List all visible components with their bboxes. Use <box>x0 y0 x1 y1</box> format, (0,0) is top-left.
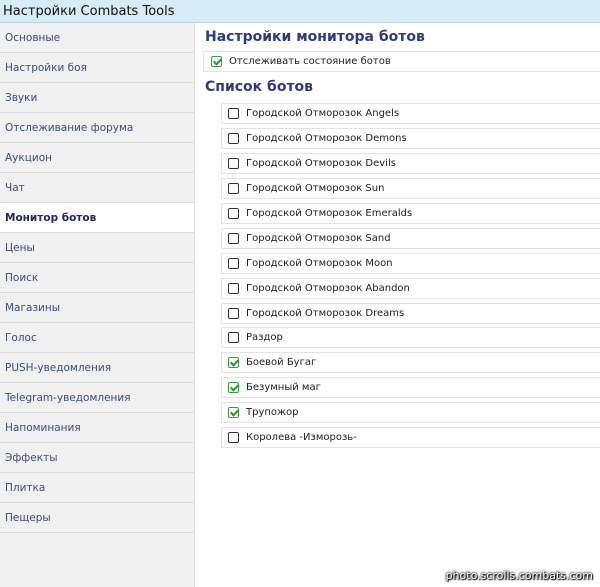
bot-checkbox[interactable] <box>228 332 239 343</box>
watermark: photo.scrolls.combats.com <box>445 569 593 582</box>
bot-checkbox[interactable] <box>228 183 239 194</box>
bot-label: Городской Отморозок Demons <box>246 133 407 144</box>
bot-row[interactable]: Боевой Бугаг <box>221 352 600 373</box>
bot-label: Городской Отморозок Devils <box>246 158 396 169</box>
bot-checkbox[interactable] <box>228 357 239 368</box>
tracking-label: Отслеживать состояние ботов <box>229 56 391 67</box>
bot-label: Безумный маг <box>246 382 321 393</box>
bot-label: Раздор <box>246 332 283 343</box>
sidebar-item-main[interactable]: Основные <box>0 23 194 53</box>
bot-checkbox[interactable] <box>228 133 239 144</box>
sidebar: Основные Настройки боя Звуки Отслеживани… <box>0 23 195 587</box>
bot-row[interactable]: Городской Отморозок Devils <box>221 153 600 174</box>
bot-row[interactable]: Городской Отморозок Demons <box>221 128 600 149</box>
bot-label: Городской Отморозок Abandon <box>246 283 410 294</box>
sidebar-item-bot-monitor[interactable]: Монитор ботов <box>0 203 194 233</box>
bot-label: Городской Отморозок Dreams <box>246 308 405 319</box>
window-title: Настройки Combats Tools <box>0 0 600 23</box>
bot-label: Боевой Бугаг <box>246 357 317 368</box>
sidebar-item-auction[interactable]: Аукцион <box>0 143 194 173</box>
monitor-settings-title: Настройки монитора ботов <box>205 29 425 45</box>
sidebar-item-reminders[interactable]: Напоминания <box>0 413 194 443</box>
main-content: Настройки монитора ботов Отслеживать сос… <box>195 23 600 587</box>
sidebar-item-shops[interactable]: Магазины <box>0 293 194 323</box>
bot-row[interactable]: Городской Отморозок Dreams <box>221 303 600 324</box>
sidebar-item-battle-settings[interactable]: Настройки боя <box>0 53 194 83</box>
bot-label: Городской Отморозок Sun <box>246 183 385 194</box>
bot-row[interactable]: Королева -Изморозь- <box>221 427 600 448</box>
bot-checkbox[interactable] <box>228 432 239 443</box>
bot-row[interactable]: Городской Отморозок Sun <box>221 178 600 199</box>
sidebar-item-effects[interactable]: Эффекты <box>0 443 194 473</box>
bot-label: Трупожор <box>246 407 299 418</box>
tracking-checkbox[interactable] <box>211 56 222 67</box>
sidebar-item-prices[interactable]: Цены <box>0 233 194 263</box>
bot-row[interactable]: Безумный маг <box>221 377 600 398</box>
bot-row[interactable]: Городской Отморозок Emeralds <box>221 203 600 224</box>
sidebar-item-search[interactable]: Поиск <box>0 263 194 293</box>
bot-checkbox[interactable] <box>228 208 239 219</box>
bot-row[interactable]: Городской Отморозок Angels <box>221 103 600 124</box>
bot-row[interactable]: Городской Отморозок Abandon <box>221 278 600 299</box>
sidebar-item-sounds[interactable]: Звуки <box>0 83 194 113</box>
sidebar-item-chat[interactable]: Чат <box>0 173 194 203</box>
bot-label: Городской Отморозок Sand <box>246 233 391 244</box>
bot-row[interactable]: Городской Отморозок Moon <box>221 253 600 274</box>
bot-row[interactable]: Трупожор <box>221 402 600 423</box>
bot-row[interactable]: Раздор <box>221 327 600 348</box>
sidebar-item-forum-tracking[interactable]: Отслеживание форума <box>0 113 194 143</box>
bot-checkbox[interactable] <box>228 108 239 119</box>
sidebar-item-push-notifications[interactable]: PUSH-уведомления <box>0 353 194 383</box>
bot-label: Городской Отморозок Angels <box>246 108 400 119</box>
bot-checkbox[interactable] <box>228 283 239 294</box>
bot-checkbox[interactable] <box>228 407 239 418</box>
tracking-option[interactable]: Отслеживать состояние ботов <box>203 51 600 72</box>
bot-label: Городской Отморозок Moon <box>246 258 393 269</box>
sidebar-item-telegram-notifications[interactable]: Telegram-уведомления <box>0 383 194 413</box>
bot-checkbox[interactable] <box>228 258 239 269</box>
bot-list-title: Список ботов <box>205 79 314 95</box>
sidebar-item-voice[interactable]: Голос <box>0 323 194 353</box>
sidebar-item-tiles[interactable]: Плитка <box>0 473 194 503</box>
sidebar-item-caves[interactable]: Пещеры <box>0 503 194 533</box>
bot-checkbox[interactable] <box>228 382 239 393</box>
bot-checkbox[interactable] <box>228 158 239 169</box>
bot-row[interactable]: Городской Отморозок Sand <box>221 228 600 249</box>
bot-label: Королева -Изморозь- <box>246 432 357 443</box>
bot-label: Городской Отморозок Emeralds <box>246 208 413 219</box>
bot-checkbox[interactable] <box>228 233 239 244</box>
bot-checkbox[interactable] <box>228 308 239 319</box>
